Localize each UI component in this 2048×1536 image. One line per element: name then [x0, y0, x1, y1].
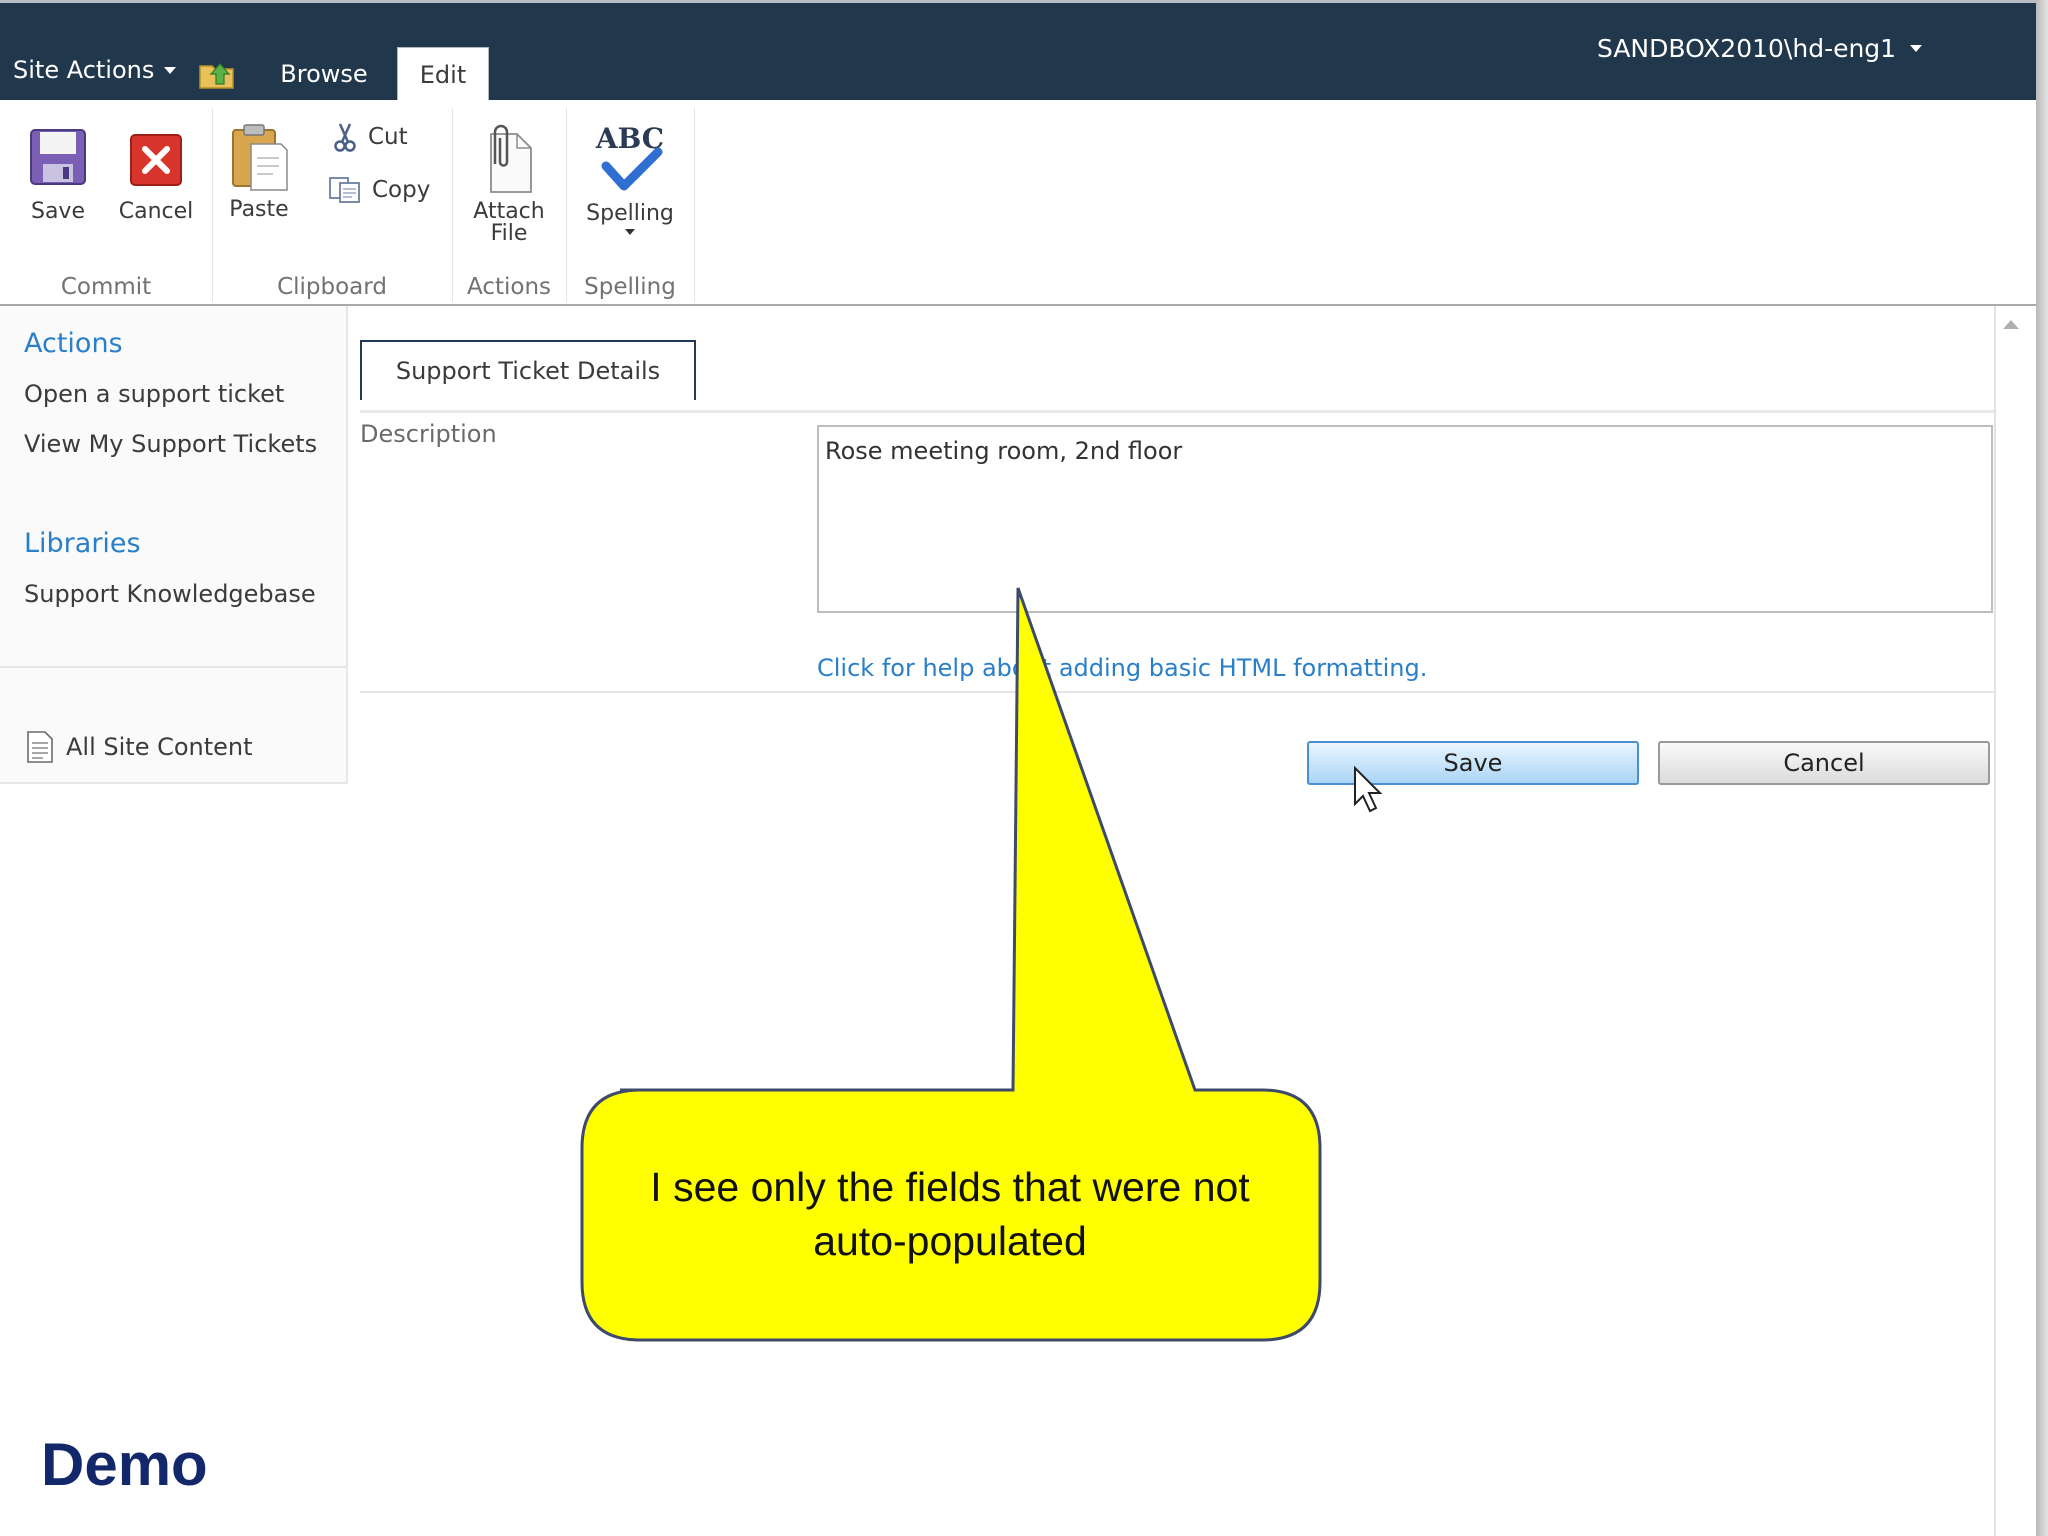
page-border — [1994, 306, 1996, 1536]
nav-item-open-ticket[interactable]: Open a support ticket — [24, 380, 284, 408]
navigate-up-icon[interactable] — [198, 58, 236, 90]
copy-button[interactable]: Copy — [328, 176, 430, 204]
nav-heading-actions[interactable]: Actions — [24, 328, 123, 359]
callout-text-line2: auto-populated — [813, 1218, 1087, 1264]
attach-label-line2: File — [490, 221, 528, 246]
user-menu[interactable]: SANDBOX2010\hd-eng1 — [1597, 34, 1923, 63]
cut-button[interactable]: Cut — [332, 122, 408, 152]
tab-support-ticket-details[interactable]: Support Ticket Details — [360, 340, 696, 400]
paste-icon — [232, 124, 288, 191]
document-icon — [27, 731, 53, 763]
user-name: SANDBOX2010\hd-eng1 — [1597, 34, 1897, 63]
window-edge — [2036, 0, 2048, 1536]
chevron-down-icon — [1910, 45, 1923, 52]
quick-launch: Actions Open a support ticket View My Su… — [0, 306, 348, 784]
attach-label-line1: Attach — [473, 199, 545, 224]
cancel-icon — [130, 134, 182, 186]
chevron-down-icon — [625, 229, 635, 235]
cancel-button[interactable]: Cancel — [112, 132, 200, 223]
spell-check-icon: ABC — [595, 122, 664, 191]
save-label: Save — [30, 199, 85, 224]
callout-text: I see only the fields that were not auto… — [582, 1160, 1318, 1268]
copy-icon — [329, 177, 360, 203]
ribbon-group-label-commit: Commit — [60, 274, 152, 300]
spelling-button[interactable]: ABC Spelling — [576, 122, 684, 235]
tab-underline — [360, 410, 1996, 413]
tab-edit[interactable]: Edit — [397, 47, 489, 101]
ribbon-group-label-clipboard: Clipboard — [277, 274, 387, 300]
paste-button[interactable]: Paste — [226, 122, 292, 221]
all-site-content-label: All Site Content — [66, 733, 253, 761]
ribbon: Save Cancel Commit Paste Cut Copy Clipbo… — [0, 100, 2036, 306]
description-label: Description — [360, 420, 497, 448]
ribbon-group-spelling: ABC Spelling Spelling — [566, 108, 695, 302]
cancel-label: Cancel — [118, 199, 194, 224]
scroll-up-arrow[interactable] — [2003, 320, 2019, 329]
scissors-icon — [334, 123, 356, 152]
chevron-down-icon — [164, 66, 177, 74]
nav-heading-libraries[interactable]: Libraries — [24, 528, 141, 559]
form-divider — [360, 691, 1996, 693]
slide-label: Demo — [41, 1431, 208, 1498]
callout-text-line1: I see only the fields that were not — [650, 1164, 1250, 1210]
ribbon-group-actions: Attach File Actions — [452, 108, 567, 302]
paperclip-icon — [490, 124, 532, 193]
nav-item-knowledgebase[interactable]: Support Knowledgebase — [24, 580, 316, 608]
ribbon-group-label-spelling: Spelling — [584, 274, 676, 300]
nav-divider — [0, 666, 346, 668]
form-cancel-button[interactable]: Cancel — [1658, 741, 1990, 785]
attach-file-button[interactable]: Attach File — [466, 122, 552, 245]
all-site-content-link[interactable]: All Site Content — [24, 730, 253, 764]
save-button[interactable]: Save — [18, 126, 98, 223]
cut-label: Cut — [368, 124, 408, 150]
copy-label: Copy — [372, 177, 431, 203]
site-actions-label: Site Actions — [13, 56, 155, 84]
description-field[interactable]: Rose meeting room, 2nd floor — [817, 425, 1993, 613]
paste-label: Paste — [229, 197, 289, 222]
ribbon-group-clipboard: Paste Cut Copy Clipboard — [212, 108, 453, 302]
site-actions-menu[interactable]: Site Actions — [13, 56, 177, 84]
spelling-label: Spelling — [586, 201, 674, 226]
ribbon-group-commit: Save Cancel Commit — [0, 108, 213, 302]
ribbon-group-label-actions: Actions — [466, 274, 551, 300]
html-help-link[interactable]: Click for help about adding basic HTML f… — [817, 654, 1427, 682]
form-save-button[interactable]: Save — [1307, 741, 1639, 785]
save-icon — [30, 129, 86, 185]
tab-browse[interactable]: Browse — [268, 48, 380, 100]
nav-item-my-tickets[interactable]: View My Support Tickets — [24, 430, 317, 458]
